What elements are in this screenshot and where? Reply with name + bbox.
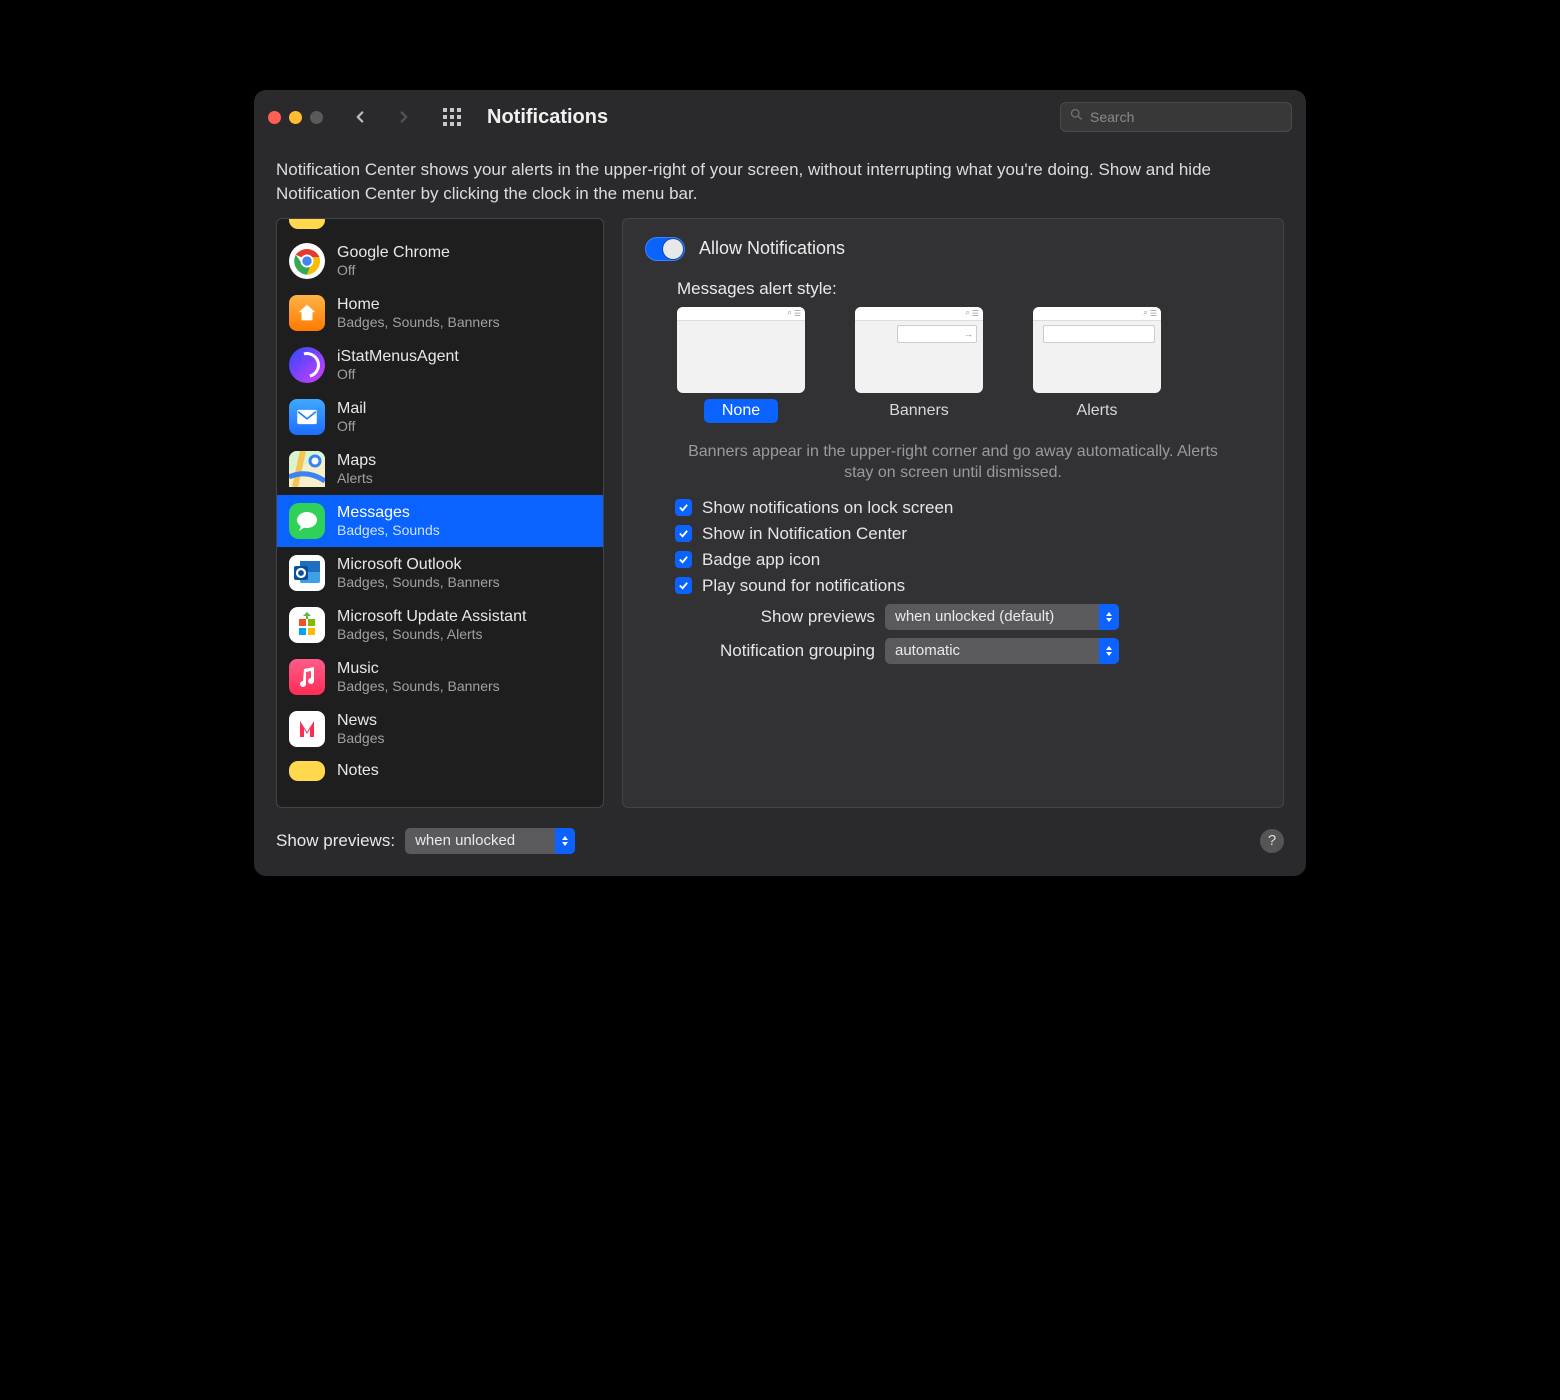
- footer-previews-label: Show previews:: [276, 831, 395, 851]
- istat-icon: [289, 347, 325, 383]
- app-sub: Badges, Sounds, Banners: [337, 574, 500, 591]
- show-all-icon[interactable]: [437, 102, 467, 132]
- select-value: when unlocked: [415, 832, 515, 849]
- app-name: Home: [337, 295, 500, 314]
- sound-checkbox[interactable]: [675, 577, 692, 594]
- app-name: Notes: [337, 761, 379, 780]
- sidebar-item-mail[interactable]: MailOff: [277, 391, 603, 443]
- notifications-window: Notifications Notification Center shows …: [254, 90, 1306, 876]
- description-text: Notification Center shows your alerts in…: [254, 144, 1306, 218]
- zoom-window-button[interactable]: [310, 111, 323, 124]
- badge-checkbox[interactable]: [675, 551, 692, 568]
- list-item[interactable]: [277, 219, 603, 235]
- detail-panel: Allow Notifications Messages alert style…: [622, 218, 1284, 808]
- show-previews-label: Show previews: [675, 607, 875, 627]
- close-window-button[interactable]: [268, 111, 281, 124]
- app-name: News: [337, 711, 384, 730]
- search-input[interactable]: [1090, 109, 1283, 125]
- app-list[interactable]: Google ChromeOff HomeBadges, Sounds, Ban…: [277, 219, 603, 807]
- select-value: automatic: [895, 642, 960, 659]
- alert-style-help: Banners appear in the upper-right corner…: [673, 441, 1233, 484]
- back-button[interactable]: [343, 102, 377, 132]
- sidebar-item-msupdate[interactable]: Microsoft Update AssistantBadges, Sounds…: [277, 599, 603, 651]
- sidebar-item-home[interactable]: HomeBadges, Sounds, Banners: [277, 287, 603, 339]
- preview-banners: ⌕☰→: [855, 307, 983, 393]
- help-button[interactable]: ?: [1260, 829, 1284, 853]
- alert-style-alerts[interactable]: ⌕☰ Alerts: [1033, 307, 1161, 423]
- lock-screen-checkbox[interactable]: [675, 499, 692, 516]
- outlook-icon: [289, 555, 325, 591]
- music-icon: [289, 659, 325, 695]
- maps-icon: [289, 451, 325, 487]
- select-arrows-icon: [555, 828, 575, 854]
- app-name: iStatMenusAgent: [337, 347, 459, 366]
- app-sub: Badges, Sounds, Banners: [337, 314, 500, 331]
- app-name: Microsoft Update Assistant: [337, 607, 526, 626]
- microsoft-update-icon: [289, 607, 325, 643]
- select-arrows-icon: [1099, 604, 1119, 630]
- lock-screen-label: Show notifications on lock screen: [702, 498, 953, 518]
- select-value: when unlocked (default): [895, 608, 1054, 625]
- app-name: Music: [337, 659, 500, 678]
- grouping-select[interactable]: automatic: [885, 638, 1119, 664]
- app-sub: Badges: [337, 730, 384, 747]
- preview-none: ⌕☰: [677, 307, 805, 393]
- badge-label: Badge app icon: [702, 550, 820, 570]
- app-sub: Alerts: [337, 470, 376, 487]
- messages-icon: [289, 503, 325, 539]
- titlebar: Notifications: [254, 90, 1306, 144]
- style-caption: None: [704, 399, 778, 423]
- notes-icon: [289, 761, 325, 781]
- footer: Show previews: when unlocked ?: [254, 822, 1306, 876]
- select-arrows-icon: [1099, 638, 1119, 664]
- sidebar-item-chrome[interactable]: Google ChromeOff: [277, 235, 603, 287]
- mail-icon: [289, 399, 325, 435]
- app-name: Maps: [337, 451, 376, 470]
- home-icon: [289, 295, 325, 331]
- minimize-window-button[interactable]: [289, 111, 302, 124]
- app-sub: Badges, Sounds, Banners: [337, 678, 500, 695]
- sidebar-item-messages[interactable]: MessagesBadges, Sounds: [277, 495, 603, 547]
- grouping-label: Notification grouping: [675, 641, 875, 661]
- alert-style-heading: Messages alert style:: [677, 279, 1261, 299]
- app-sidebar: Google ChromeOff HomeBadges, Sounds, Ban…: [276, 218, 604, 808]
- sidebar-item-maps[interactable]: MapsAlerts: [277, 443, 603, 495]
- app-name: Mail: [337, 399, 366, 418]
- style-caption: Banners: [871, 399, 967, 423]
- chrome-icon: [289, 243, 325, 279]
- sidebar-item-news[interactable]: NewsBadges: [277, 703, 603, 755]
- style-caption: Alerts: [1059, 399, 1136, 423]
- app-sub: Off: [337, 418, 366, 435]
- allow-notifications-label: Allow Notifications: [699, 238, 845, 259]
- sound-label: Play sound for notifications: [702, 576, 905, 596]
- allow-notifications-toggle[interactable]: [645, 237, 685, 261]
- alert-style-none[interactable]: ⌕☰ None: [677, 307, 805, 423]
- search-field[interactable]: [1060, 102, 1292, 132]
- app-name: Google Chrome: [337, 243, 450, 262]
- news-icon: [289, 711, 325, 747]
- sidebar-item-outlook[interactable]: Microsoft OutlookBadges, Sounds, Banners: [277, 547, 603, 599]
- show-previews-select[interactable]: when unlocked (default): [885, 604, 1119, 630]
- preview-alerts: ⌕☰: [1033, 307, 1161, 393]
- sidebar-item-istat[interactable]: iStatMenusAgentOff: [277, 339, 603, 391]
- window-controls: [268, 111, 323, 124]
- page-title: Notifications: [487, 106, 608, 129]
- footer-previews-select[interactable]: when unlocked: [405, 828, 575, 854]
- sidebar-item-notes[interactable]: Notes: [277, 755, 603, 781]
- sidebar-item-music[interactable]: MusicBadges, Sounds, Banners: [277, 651, 603, 703]
- alert-style-banners[interactable]: ⌕☰→ Banners: [855, 307, 983, 423]
- notification-center-checkbox[interactable]: [675, 525, 692, 542]
- forward-button[interactable]: [387, 102, 421, 132]
- app-sub: Badges, Sounds, Alerts: [337, 626, 526, 643]
- app-sub: Off: [337, 366, 459, 383]
- app-sub: Badges, Sounds: [337, 522, 440, 539]
- app-name: Microsoft Outlook: [337, 555, 500, 574]
- app-name: Messages: [337, 503, 440, 522]
- notification-center-label: Show in Notification Center: [702, 524, 907, 544]
- app-sub: Off: [337, 262, 450, 279]
- search-icon: [1069, 107, 1084, 127]
- app-icon: [289, 219, 325, 229]
